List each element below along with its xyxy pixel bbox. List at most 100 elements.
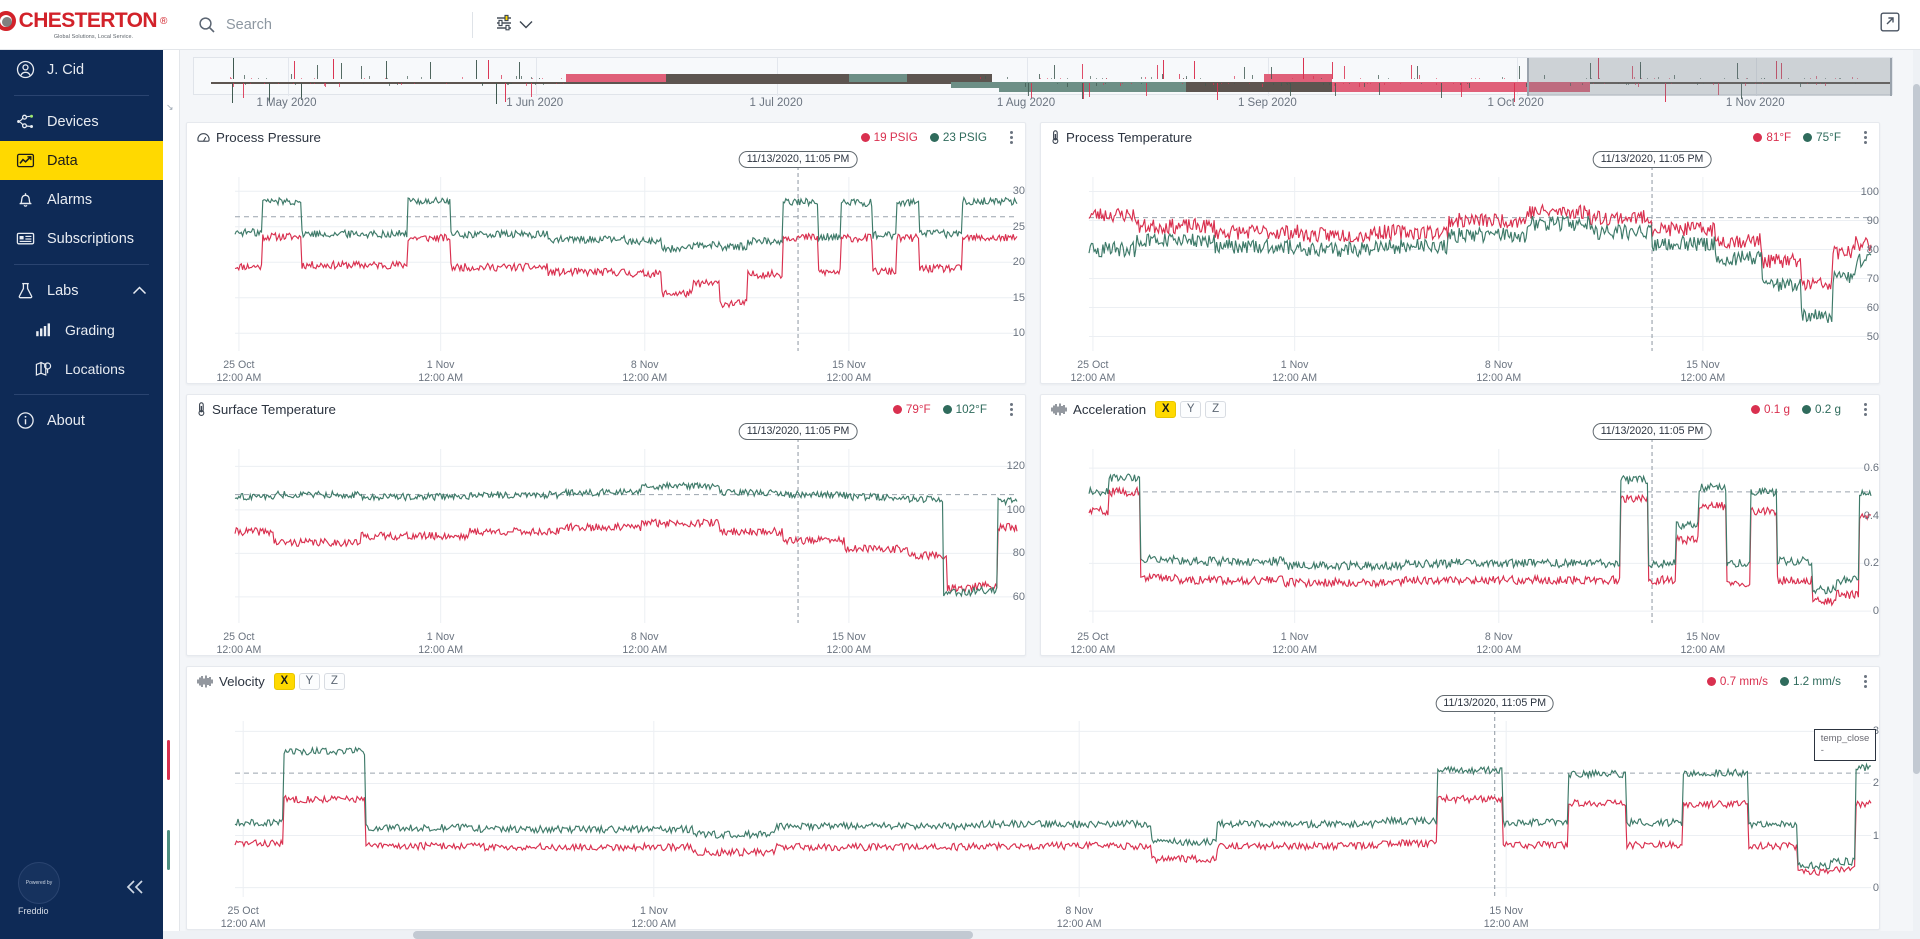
timeline-spike <box>1095 77 1097 79</box>
sidebar-label-data: Data <box>47 152 78 169</box>
timeline-spike <box>1096 83 1098 87</box>
timeline-spike <box>1453 83 1455 84</box>
sidebar-item-labs[interactable]: Labs <box>0 271 163 310</box>
sidebar-item-grading[interactable]: Grading <box>0 310 163 349</box>
x-axis-tick-date: 1 Nov <box>426 631 455 643</box>
y-axis-tick: 10 <box>1012 327 1025 340</box>
data-series-line <box>234 480 1018 598</box>
axis-toggle-x[interactable]: X <box>273 672 295 690</box>
legend-color-dot <box>1802 404 1811 414</box>
rail-handle-icon[interactable]: ↘ <box>166 102 174 113</box>
axis-toggle-z[interactable]: Z <box>1205 400 1227 418</box>
horizontal-scrollbar[interactable] <box>163 931 1920 939</box>
axis-toggle-y[interactable]: Y <box>298 672 320 690</box>
filter-button[interactable] <box>495 14 533 36</box>
legend-color-dot <box>860 132 870 142</box>
timeline-spike <box>1146 83 1148 85</box>
legend-value: 0.7 mm/s <box>1719 674 1768 688</box>
sidebar-item-user[interactable]: J. Cid <box>0 50 163 89</box>
waveform-icon <box>197 675 213 688</box>
axis-toggle-x[interactable]: X <box>1155 400 1177 418</box>
legend-value: 0.2 g <box>1815 402 1841 416</box>
legend-item[interactable]: 102°F <box>942 403 987 416</box>
timeline-spike <box>1343 65 1345 79</box>
expand-panel-icon[interactable] <box>1880 12 1900 37</box>
chart-plot-area[interactable]: 0 0.2 0.4 0.6 25 Oct 12:00 AM 1 Nov 12:00 AM 8 N… <box>1041 423 1879 656</box>
vertical-scrollbar-thumb[interactable] <box>1913 84 1920 774</box>
sidebar-item-subscriptions[interactable]: Subscriptions <box>0 219 163 258</box>
chart-plot-area[interactable]: 50 60 70 80 90 100 25 Oct 12:00 AM 1 Nov 12:00 AM… <box>1041 151 1879 385</box>
y-axis-tick: 90 <box>1866 214 1879 227</box>
chart-card-surface-temperature: Surface Temperature 79°F 102°F 60 80 100 120 25… <box>186 394 1026 656</box>
chart-menu-kebab-icon[interactable] <box>1864 674 1867 688</box>
legend-item[interactable]: 79°F <box>892 402 931 416</box>
cursor-timestamp-pill[interactable]: 11/13/2020, 11:05 PM <box>1435 695 1555 712</box>
x-axis-tick: 1 Nov 12:00 AM <box>418 359 463 385</box>
legend-item[interactable]: 0.2 g <box>1802 403 1841 416</box>
powered-by-label: Powered by <box>25 880 53 886</box>
chart-menu-kebab-icon[interactable] <box>1864 130 1867 144</box>
sidebar-item-about[interactable]: About <box>0 401 163 440</box>
chart-plot-area[interactable]: 012325 Oct12:00 AM1 Nov12:00 AM8 Nov12:0… <box>187 695 1879 930</box>
cursor-timestamp-pill[interactable]: 11/13/2020, 11:05 PM <box>1592 151 1712 168</box>
timeline-spike <box>387 78 389 79</box>
chart-plot-area[interactable]: 60 80 100 120 25 Oct 12:00 AM 1 Nov 12:00 AM 8 N… <box>187 423 1025 656</box>
timeline-tick-labels: 1 May 2020 1 Jun 2020 1 Jul 2020 1 Aug 2020… <box>193 97 1893 111</box>
x-axis-tick-time: 12:00 AM <box>1680 372 1726 384</box>
legend-item[interactable]: 0.1 g <box>1751 403 1790 416</box>
sidebar-item-data[interactable]: Data <box>0 141 163 180</box>
thermometer-icon <box>1051 130 1060 144</box>
search-input[interactable] <box>226 16 426 33</box>
chart-menu-kebab-icon[interactable] <box>1010 402 1013 416</box>
timeline-tick-label: 1 Oct 2020 <box>1487 97 1544 109</box>
timeline-spike <box>1270 66 1272 79</box>
legend-value: 1.2 mm/s <box>1792 674 1841 688</box>
timeline-spike <box>1251 75 1253 79</box>
cursor-timestamp-pill[interactable]: 11/13/2020, 11:05 PM <box>738 423 858 440</box>
legend-item[interactable]: 0.7 mm/s <box>1706 674 1768 688</box>
timeline-spike <box>1503 77 1505 79</box>
collapse-left-icon[interactable] <box>125 879 145 900</box>
chart-menu-kebab-icon[interactable] <box>1864 402 1867 416</box>
legend-item[interactable]: 81°F <box>1753 131 1791 144</box>
legend-item[interactable]: 1.2 mm/s <box>1779 674 1841 688</box>
timeline-spike <box>1313 75 1315 79</box>
chart-menu-kebab-icon[interactable] <box>1010 130 1013 144</box>
legend-value: 79°F <box>905 402 931 416</box>
timeline-spike <box>1342 83 1344 85</box>
timeline-spike <box>1162 74 1164 79</box>
legend-item[interactable]: 23 PSIG <box>929 131 987 144</box>
horizontal-scrollbar-thumb[interactable] <box>413 931 973 939</box>
chart-title-wrap: Velocity <box>197 674 265 689</box>
timeline-spike <box>1416 77 1418 79</box>
cursor-timestamp-pill[interactable]: 11/13/2020, 11:05 PM <box>738 151 858 168</box>
powered-by-badge[interactable]: Powered by Freddio <box>18 862 60 916</box>
axis-toggle-z[interactable]: Z <box>323 672 345 690</box>
timeline-range-selector[interactable]: 1 May 2020 1 Jun 2020 1 Jul 2020 1 Aug 2020… <box>180 50 1920 112</box>
timeline-spike <box>1146 83 1148 97</box>
cursor-timestamp-pill[interactable]: 11/13/2020, 11:05 PM <box>1592 423 1712 440</box>
axis-toggle-y[interactable]: Y <box>1180 400 1202 418</box>
x-axis-tick-date: 25 Oct <box>223 359 255 371</box>
search-box[interactable] <box>198 16 458 34</box>
timeline-spike <box>476 60 478 79</box>
x-axis-tick: 25 Oct 12:00 AM <box>217 359 262 385</box>
brand-logo[interactable]: CHESTERTON ® Global Solutions, Local Ser… <box>0 0 167 50</box>
legend-color-dot <box>942 404 952 414</box>
chevron-up-icon[interactable] <box>132 283 147 299</box>
timeline-spike <box>1213 83 1215 86</box>
timeline-track[interactable] <box>193 57 1893 104</box>
x-axis-tick-date: 15 Nov <box>1686 631 1720 643</box>
sidebar-item-devices[interactable]: Devices <box>0 102 163 141</box>
timeline-brush-selection[interactable] <box>1526 58 1892 96</box>
legend-item[interactable]: 19 PSIG <box>860 131 918 144</box>
sidebar-item-alarms[interactable]: Alarms <box>0 180 163 219</box>
y-axis-tick: 0.6 <box>1863 462 1879 475</box>
timeline-spike <box>1383 83 1385 85</box>
sidebar-item-locations[interactable]: Locations <box>0 349 163 388</box>
vertical-scrollbar[interactable] <box>1913 50 1920 939</box>
x-axis-tick: 25 Oct 12:00 AM <box>1071 359 1116 385</box>
legend-item[interactable]: 75°F <box>1803 131 1841 144</box>
timeline-spike <box>363 77 365 79</box>
chart-plot-area[interactable]: 10 15 20 25 30 25 Oct 12:00 AM 1 Nov 12:00 AM 8 N… <box>187 151 1025 385</box>
